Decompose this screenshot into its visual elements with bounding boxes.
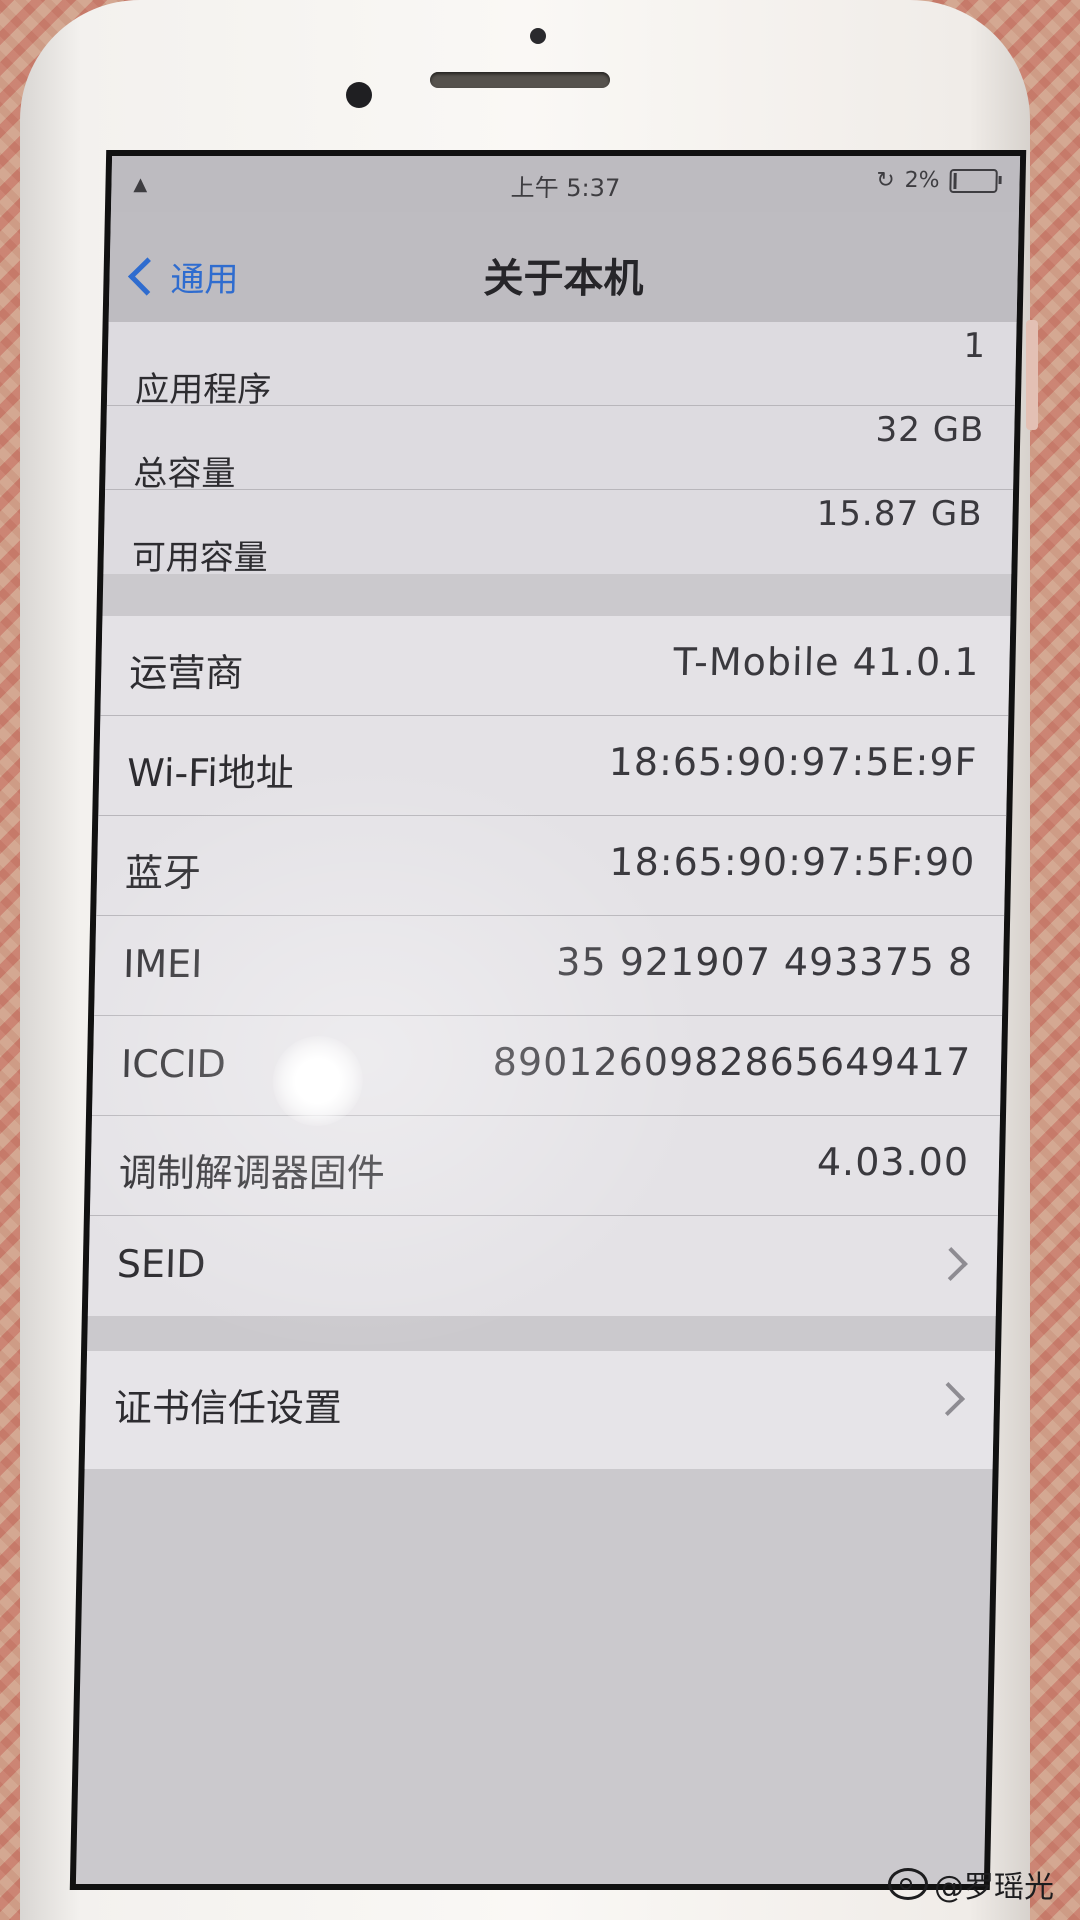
phone-screen: ▲ 上午 5:37 ↻ 2% 通用 关于本机 应用程序 1 总容量 32 GB … [69, 150, 1027, 1890]
row-value: 35 921907 493375 8 [555, 940, 974, 984]
watermark: @罗瑶光 [888, 1862, 1054, 1906]
status-indicators: ↻ 2% [876, 168, 998, 193]
row-imei: IMEI 35 921907 493375 8 [94, 916, 1005, 1016]
proximity-sensor [530, 28, 546, 44]
row-label: 总容量 [133, 454, 236, 494]
row-available-capacity: 可用容量 15.87 GB [103, 490, 1013, 578]
storage-group: 应用程序 1 总容量 32 GB 可用容量 15.87 GB [103, 322, 1017, 578]
row-modem-firmware: 调制解调器固件 4.03.00 [89, 1116, 1000, 1216]
row-wifi-address: Wi-Fi地址 18:65:90:97:5E:9F [98, 716, 1009, 816]
orientation-lock-icon: ↻ [875, 168, 895, 193]
row-label: 应用程序 [134, 370, 272, 410]
row-label: 蓝牙 [124, 851, 202, 895]
row-label: IMEI [122, 942, 203, 986]
phone-body: ▲ 上午 5:37 ↻ 2% 通用 关于本机 应用程序 1 总容量 32 GB … [20, 0, 1038, 1920]
row-total-capacity: 总容量 32 GB [105, 406, 1015, 494]
status-bar: ▲ 上午 5:37 ↻ 2% [110, 156, 1021, 212]
network-group: 运营商 T-Mobile 41.0.1 Wi-Fi地址 18:65:90:97:… [87, 616, 1011, 1316]
row-carrier: 运营商 T-Mobile 41.0.1 [100, 616, 1011, 716]
row-value: 18:65:90:97:5E:9F [608, 740, 978, 784]
row-label: SEID [116, 1242, 206, 1286]
battery-percent: 2% [904, 168, 940, 193]
row-seid[interactable]: SEID [88, 1216, 998, 1316]
row-label: 调制解调器固件 [118, 1151, 386, 1195]
row-bluetooth: 蓝牙 18:65:90:97:5F:90 [96, 816, 1007, 916]
row-value: 18:65:90:97:5F:90 [608, 840, 976, 884]
navigation-bar: 通用 关于本机 [108, 212, 1019, 323]
row-label: ICCID [120, 1042, 227, 1086]
row-value: 8901260982865649417 [492, 1040, 972, 1084]
settings-group: 证书信任设置 [84, 1351, 996, 1469]
row-iccid: ICCID 8901260982865649417 [91, 1016, 1003, 1116]
row-label: 运营商 [128, 651, 244, 695]
row-value: 15.87 GB [816, 494, 984, 534]
display: ▲ 上午 5:37 ↻ 2% 通用 关于本机 应用程序 1 总容量 32 GB … [75, 156, 1021, 1884]
row-label: Wi-Fi地址 [126, 751, 295, 795]
battery-icon [949, 168, 998, 193]
row-value: T-Mobile 41.0.1 [673, 640, 980, 684]
row-label: 可用容量 [131, 538, 269, 578]
chevron-right-icon [931, 1382, 966, 1416]
row-certificate-trust-settings[interactable]: 证书信任设置 [85, 1351, 995, 1469]
page-title: 关于本机 [483, 256, 645, 302]
row-value: 4.03.00 [816, 1140, 970, 1184]
weibo-icon [888, 1868, 928, 1900]
earpiece-speaker [430, 72, 610, 88]
watermark-text: @罗瑶光 [934, 1870, 1054, 1905]
front-camera [346, 82, 372, 108]
side-button [1026, 320, 1038, 430]
row-applications: 应用程序 1 [106, 322, 1017, 410]
row-value: 1 [963, 326, 987, 366]
chevron-right-icon [933, 1247, 968, 1281]
row-value: 32 GB [875, 410, 985, 450]
row-label: 证书信任设置 [113, 1386, 343, 1430]
